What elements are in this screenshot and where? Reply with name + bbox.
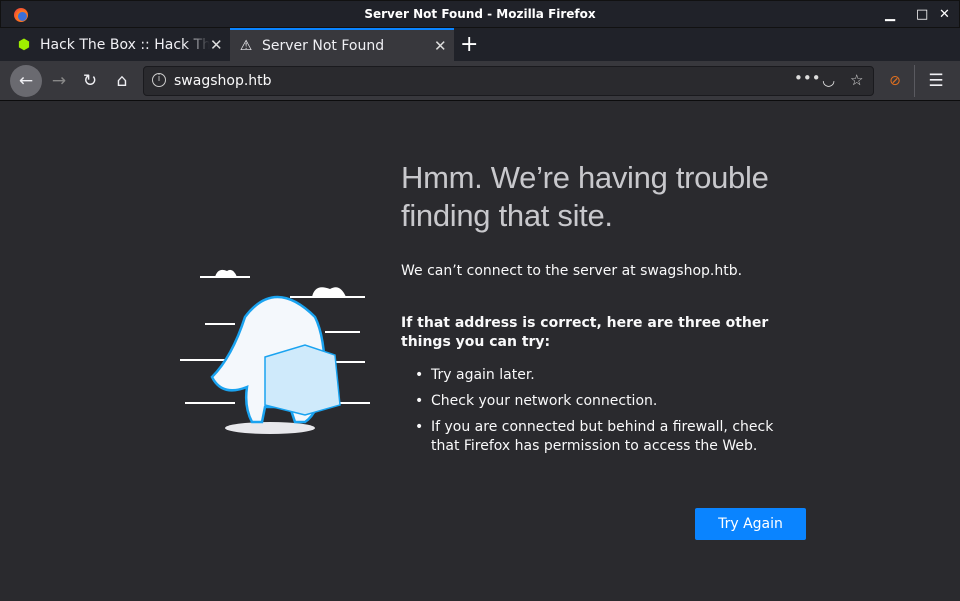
url-input[interactable]: swagshop.htb bbox=[174, 73, 272, 89]
extension-icon[interactable]: ⊘ bbox=[881, 67, 909, 95]
home-button[interactable]: ⌂ bbox=[108, 67, 136, 95]
tab-bar: ⬢ Hack The Box :: Hack The Box ✕ ⚠ Serve… bbox=[0, 28, 960, 61]
error-message: We can’t connect to the server at swagsh… bbox=[401, 263, 743, 279]
nav-bar: ← → ↻ ⌂ i swagshop.htb ••• ◡ ☆ ⊘ ☰ bbox=[0, 61, 960, 101]
page-title: Hmm. We’re having trouble finding that s… bbox=[401, 160, 769, 233]
tab-server-not-found[interactable]: ⚠ Server Not Found ✕ bbox=[230, 28, 454, 61]
url-bar[interactable]: i swagshop.htb ••• ◡ ☆ bbox=[143, 66, 874, 96]
error-page: Hmm. We’re having trouble finding that s… bbox=[0, 102, 960, 601]
page-actions-icon[interactable]: ••• bbox=[794, 69, 821, 87]
back-button[interactable]: ← bbox=[10, 65, 42, 97]
minimize-button[interactable]: ▁ bbox=[885, 7, 895, 22]
toolbar-separator bbox=[914, 65, 915, 97]
list-item: Check your network connection. bbox=[413, 392, 793, 411]
suggestions-list: Try again later. Check your network conn… bbox=[413, 366, 793, 463]
suggestions-heading: If that address is correct, here are thr… bbox=[401, 315, 769, 350]
try-again-button[interactable]: Try Again bbox=[695, 508, 806, 540]
close-tab-icon[interactable]: ✕ bbox=[434, 37, 454, 55]
reload-button[interactable]: ↻ bbox=[76, 67, 104, 95]
info-icon[interactable]: i bbox=[152, 73, 166, 87]
tab-label: Hack The Box :: Hack The Box bbox=[40, 36, 210, 53]
new-tab-button[interactable]: + bbox=[460, 32, 478, 57]
close-tab-icon[interactable]: ✕ bbox=[210, 36, 230, 54]
window-title: Server Not Found - Mozilla Firefox bbox=[364, 7, 596, 21]
pocket-icon[interactable]: ◡ bbox=[822, 71, 835, 89]
menu-icon[interactable]: ☰ bbox=[922, 67, 950, 95]
warning-icon: ⚠ bbox=[239, 37, 253, 54]
forward-button[interactable]: → bbox=[45, 67, 73, 95]
maximize-button[interactable]: □ bbox=[916, 7, 928, 22]
tab-label: Server Not Found bbox=[262, 37, 385, 54]
list-item: If you are connected but behind a firewa… bbox=[413, 418, 793, 456]
close-window-button[interactable]: ✕ bbox=[939, 7, 950, 22]
list-item: Try again later. bbox=[413, 366, 793, 385]
tab-hack-the-box[interactable]: ⬢ Hack The Box :: Hack The Box ✕ bbox=[8, 28, 230, 61]
lost-dino-illustration bbox=[180, 269, 370, 434]
window-titlebar: Server Not Found - Mozilla Firefox ▁ □ ✕ bbox=[0, 0, 960, 28]
bookmark-star-icon[interactable]: ☆ bbox=[850, 71, 863, 89]
htb-cube-icon: ⬢ bbox=[17, 36, 31, 53]
